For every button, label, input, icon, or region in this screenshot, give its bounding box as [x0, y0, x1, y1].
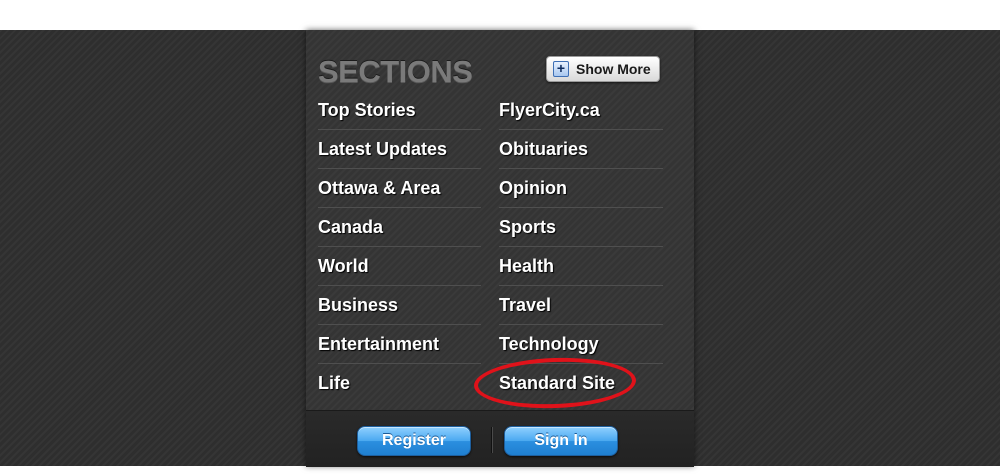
footer-divider [491, 427, 493, 453]
section-link-label: Travel [499, 295, 552, 315]
section-link-label: Standard Site [499, 373, 616, 393]
section-link-health[interactable]: Health [499, 247, 663, 286]
section-link-label: Latest Updates [318, 139, 448, 159]
section-link-label: Top Stories [318, 100, 416, 120]
section-link-label: Business [318, 295, 399, 315]
sections-title: SECTIONS [318, 54, 473, 89]
section-link-standard-site[interactable]: Standard Site [499, 364, 663, 402]
section-link-technology[interactable]: Technology [499, 325, 663, 364]
section-link-label: Technology [499, 334, 599, 354]
section-link-top-stories[interactable]: Top Stories [318, 91, 481, 130]
sign-in-button[interactable]: Sign In [504, 426, 618, 456]
section-link-flyercity[interactable]: FlyerCity.ca [499, 91, 663, 130]
section-link-opinion[interactable]: Opinion [499, 169, 663, 208]
section-link-label: Obituaries [499, 139, 589, 159]
section-link-label: Sports [499, 217, 557, 237]
section-link-world[interactable]: World [318, 247, 481, 286]
section-link-latest-updates[interactable]: Latest Updates [318, 130, 481, 169]
section-link-canada[interactable]: Canada [318, 208, 481, 247]
footer-bar: Register Sign In [306, 410, 694, 467]
section-link-label: World [318, 256, 369, 276]
section-link-label: Opinion [499, 178, 567, 198]
section-link-entertainment[interactable]: Entertainment [318, 325, 481, 364]
section-link-label: Health [499, 256, 555, 276]
section-link-label: Ottawa & Area [318, 178, 441, 198]
section-link-label: Canada [318, 217, 384, 237]
section-link-label: FlyerCity.ca [499, 100, 600, 120]
section-link-business[interactable]: Business [318, 286, 481, 325]
section-link-travel[interactable]: Travel [499, 286, 663, 325]
section-link-ottawa-area[interactable]: Ottawa & Area [318, 169, 481, 208]
section-link-label: Entertainment [318, 334, 440, 354]
section-link-sports[interactable]: Sports [499, 208, 663, 247]
section-link-label: Life [318, 373, 351, 393]
section-link-life[interactable]: Life [318, 364, 481, 402]
sections-panel: SECTIONS + Show More Top Stories Latest … [306, 30, 694, 467]
show-more-label: Show More [576, 61, 651, 77]
register-button[interactable]: Register [357, 426, 471, 456]
show-more-button[interactable]: + Show More [546, 56, 660, 82]
section-link-obituaries[interactable]: Obituaries [499, 130, 663, 169]
plus-icon: + [553, 61, 569, 77]
